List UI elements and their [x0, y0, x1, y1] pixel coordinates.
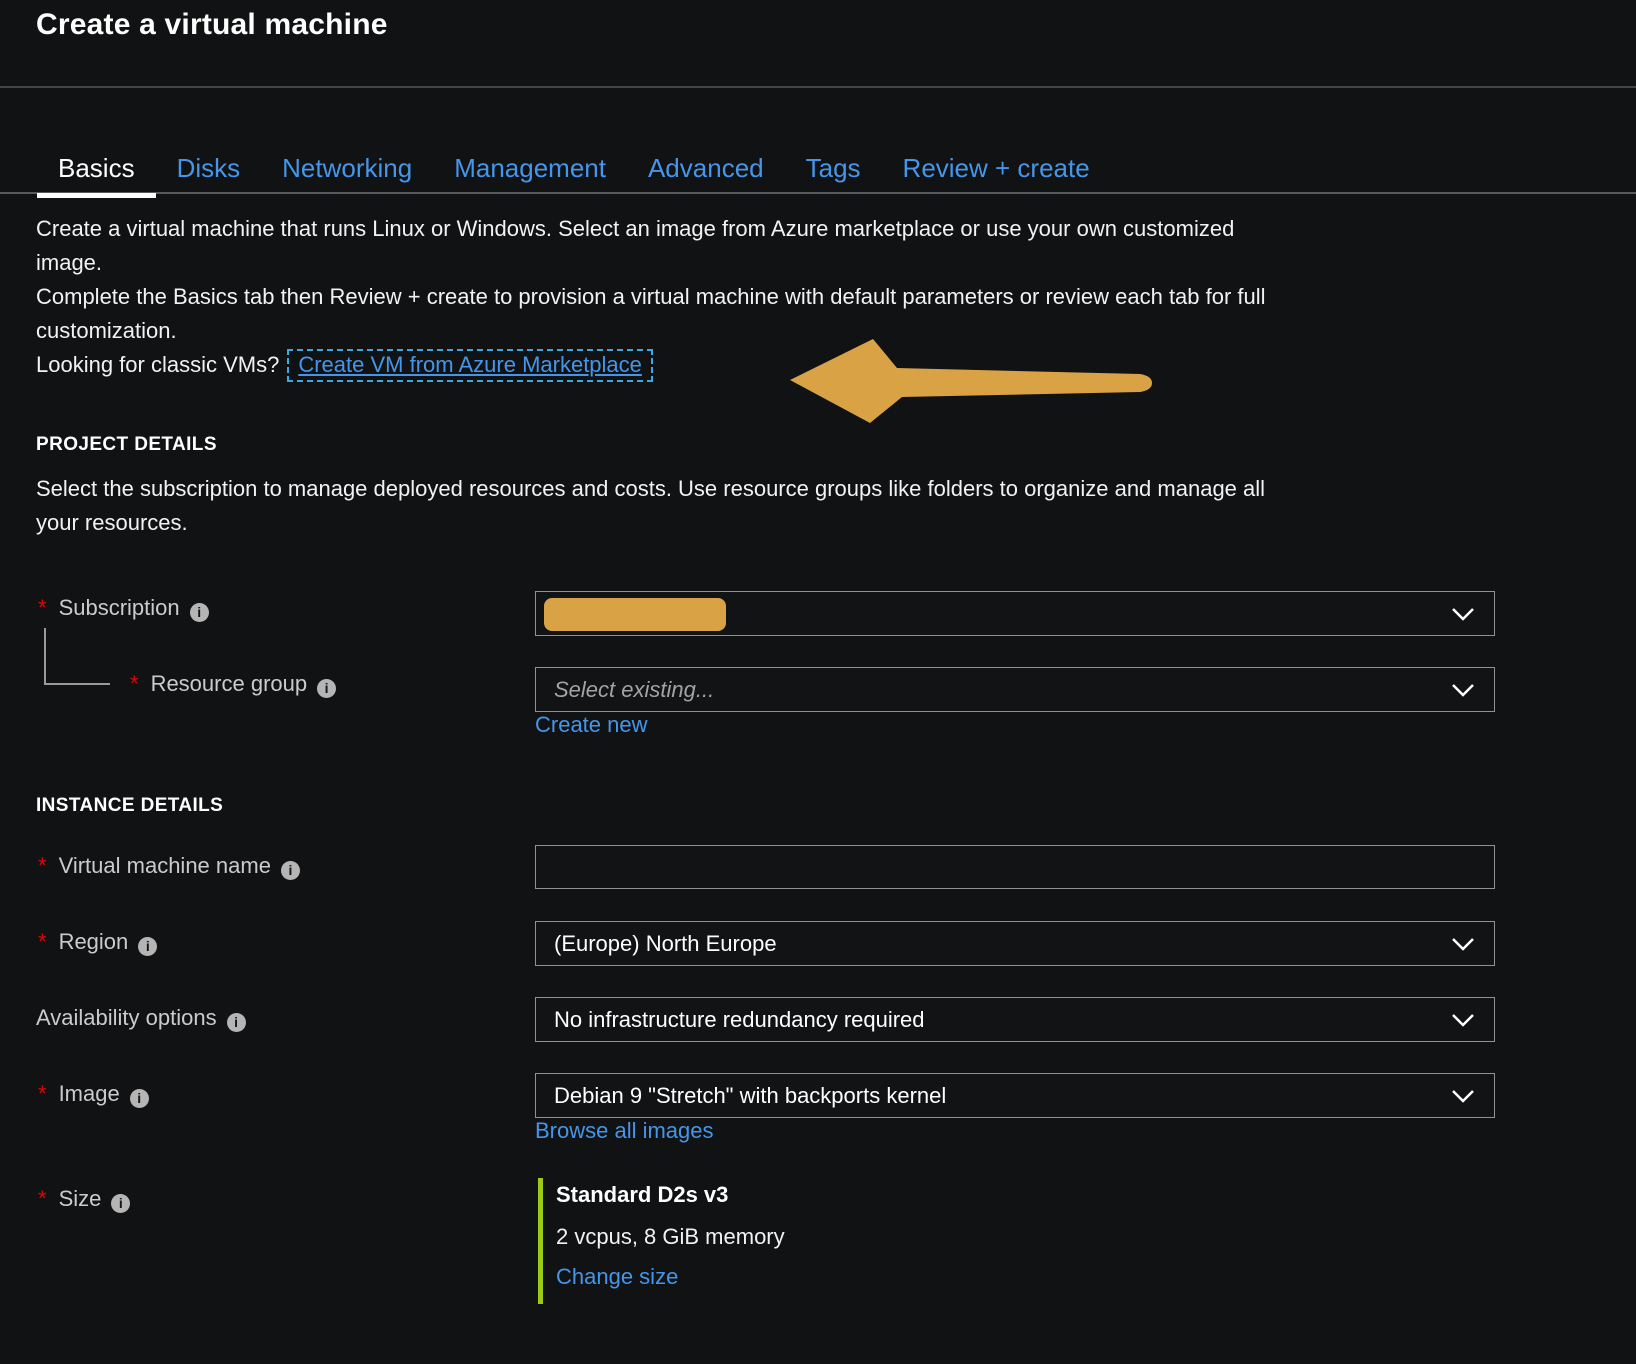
subscription-dropdown[interactable] — [535, 591, 1495, 636]
info-icon[interactable]: i — [317, 679, 336, 698]
intro-line: Create a virtual machine that runs Linux… — [36, 212, 1266, 246]
vm-name-label: *Virtual machine namei — [38, 853, 300, 880]
browse-all-images-link[interactable]: Browse all images — [535, 1118, 714, 1144]
chevron-down-icon — [1452, 1014, 1474, 1027]
tab-basics[interactable]: Basics — [37, 148, 156, 194]
info-icon[interactable]: i — [227, 1013, 246, 1032]
intro-line: customization. — [36, 314, 1266, 348]
required-asterisk: * — [38, 853, 47, 878]
chevron-down-icon — [1452, 938, 1474, 951]
region-value: (Europe) North Europe — [554, 931, 777, 956]
project-details-heading: PROJECT DETAILS — [36, 434, 217, 456]
availability-options-value: No infrastructure redundancy required — [554, 1007, 925, 1032]
size-label: *Sizei — [38, 1186, 130, 1213]
classic-vms-question: Looking for classic VMs? — [36, 352, 279, 377]
tab-networking[interactable]: Networking — [261, 148, 433, 194]
availability-options-label: Availability optionsi — [36, 1005, 246, 1032]
classic-vms-line: Looking for classic VMs? Create VM from A… — [36, 348, 1266, 382]
info-icon[interactable]: i — [281, 861, 300, 880]
tab-review-create[interactable]: Review + create — [882, 148, 1111, 194]
page-title: Create a virtual machine — [36, 8, 388, 42]
resource-group-placeholder: Select existing... — [554, 677, 714, 702]
size-accent-bar — [538, 1178, 543, 1304]
chevron-down-icon — [1452, 608, 1474, 621]
tab-management[interactable]: Management — [433, 148, 627, 194]
intro-text: Create a virtual machine that runs Linux… — [36, 212, 1266, 382]
availability-options-dropdown[interactable]: No infrastructure redundancy required — [535, 997, 1495, 1042]
info-icon[interactable]: i — [138, 937, 157, 956]
size-specs: 2 vcpus, 8 GiB memory — [556, 1224, 785, 1250]
required-asterisk: * — [38, 595, 47, 620]
chevron-down-icon — [1452, 684, 1474, 697]
create-vm-page: Create a virtual machine Basics Disks Ne… — [0, 0, 1636, 1364]
image-value: Debian 9 "Stretch" with backports kernel — [554, 1083, 946, 1108]
size-name: Standard D2s v3 — [556, 1182, 728, 1208]
resource-group-label: *Resource groupi — [130, 671, 336, 698]
intro-line: Complete the Basics tab then Review + cr… — [36, 280, 1266, 314]
required-asterisk: * — [38, 929, 47, 954]
desc-line: your resources. — [36, 506, 1265, 540]
chevron-down-icon — [1452, 1090, 1474, 1103]
required-asterisk: * — [130, 671, 139, 696]
tab-tags[interactable]: Tags — [785, 148, 882, 194]
intro-line: image. — [36, 246, 1266, 280]
required-asterisk: * — [38, 1186, 47, 1211]
create-new-link[interactable]: Create new — [535, 712, 648, 738]
region-label: *Regioni — [38, 929, 157, 956]
tabbar-underline — [0, 192, 1636, 194]
project-details-description: Select the subscription to manage deploy… — [36, 472, 1265, 540]
subscription-value-redaction — [544, 598, 726, 631]
instance-details-heading: INSTANCE DETAILS — [36, 795, 223, 817]
image-label: *Imagei — [38, 1081, 149, 1108]
resource-group-dropdown[interactable]: Select existing... — [535, 667, 1495, 712]
subscription-label: *Subscriptioni — [38, 595, 209, 622]
info-icon[interactable]: i — [130, 1089, 149, 1108]
vm-name-input[interactable] — [535, 845, 1495, 889]
tab-advanced[interactable]: Advanced — [627, 148, 785, 194]
tab-bar: Basics Disks Networking Management Advan… — [37, 148, 1111, 194]
change-size-link[interactable]: Change size — [556, 1264, 678, 1290]
tab-disks[interactable]: Disks — [156, 148, 262, 194]
parent-child-connector — [44, 628, 110, 685]
info-icon[interactable]: i — [190, 603, 209, 622]
required-asterisk: * — [38, 1081, 47, 1106]
desc-line: Select the subscription to manage deploy… — [36, 472, 1265, 506]
info-icon[interactable]: i — [111, 1194, 130, 1213]
region-dropdown[interactable]: (Europe) North Europe — [535, 921, 1495, 966]
image-dropdown[interactable]: Debian 9 "Stretch" with backports kernel — [535, 1073, 1495, 1118]
title-divider — [0, 86, 1636, 88]
create-vm-marketplace-link[interactable]: Create VM from Azure Marketplace — [287, 349, 653, 382]
